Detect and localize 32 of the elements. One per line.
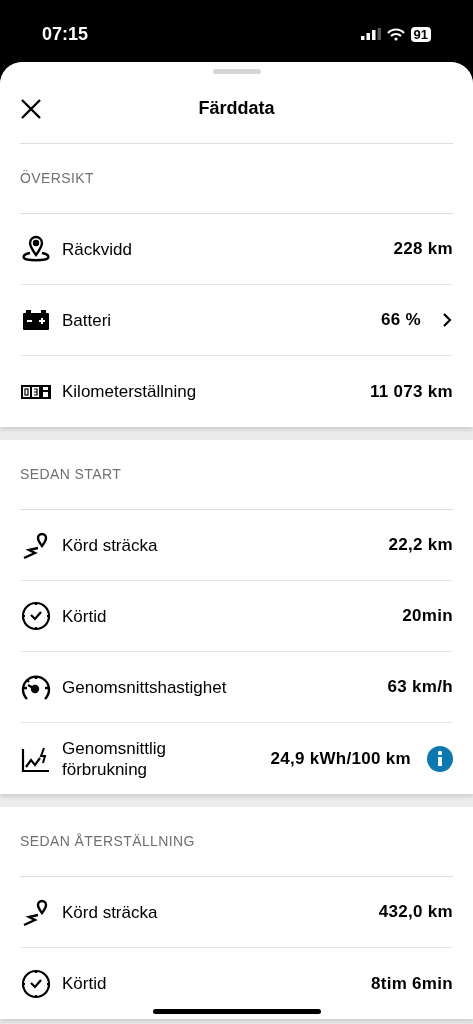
row-value: 24,9 kWh/100 km: [270, 747, 411, 770]
section-heading: SEDAN ÅTERSTÄLLNING: [20, 832, 195, 851]
row-label: Kilometerställning: [62, 381, 197, 402]
row-value: 228 km: [393, 238, 453, 261]
row-value: 66 %: [381, 309, 421, 332]
section-heading: SEDAN START: [20, 465, 122, 484]
clock-icon: [20, 600, 52, 632]
row-value: 20min: [402, 605, 453, 628]
status-time: 07:15: [42, 22, 89, 46]
close-button[interactable]: [20, 96, 44, 121]
row-label: Genomsnittlig förbrukning: [62, 737, 167, 780]
row-value: 8tim 6min: [370, 972, 453, 995]
row-label: Körtid: [62, 605, 107, 627]
row-label: Körd sträcka: [62, 901, 158, 923]
row-value: 432,0 km: [378, 901, 453, 924]
section-heading: ÖVERSIKT: [20, 169, 94, 188]
row-label: Räckvidd: [62, 238, 132, 260]
battery-level: 91: [410, 26, 431, 42]
row-label: Körd sträcka: [62, 534, 158, 556]
row-label: Genomsnittshastighet: [62, 676, 227, 698]
row-value: 11 073 km: [369, 380, 453, 403]
info-icon[interactable]: [427, 745, 453, 772]
row-value: 22,2 km: [388, 534, 453, 557]
clock-icon: [20, 967, 52, 1000]
sheet-title: Färddata: [198, 97, 275, 120]
row-label: Batteri: [62, 309, 112, 331]
wifi-icon: [386, 27, 405, 41]
row-value: 63 km/h: [387, 676, 453, 699]
grab-handle[interactable]: [212, 69, 261, 74]
chevron-right-icon[interactable]: [441, 312, 453, 328]
row-label: Körtid: [62, 973, 107, 994]
signal-icon: [360, 28, 381, 40]
